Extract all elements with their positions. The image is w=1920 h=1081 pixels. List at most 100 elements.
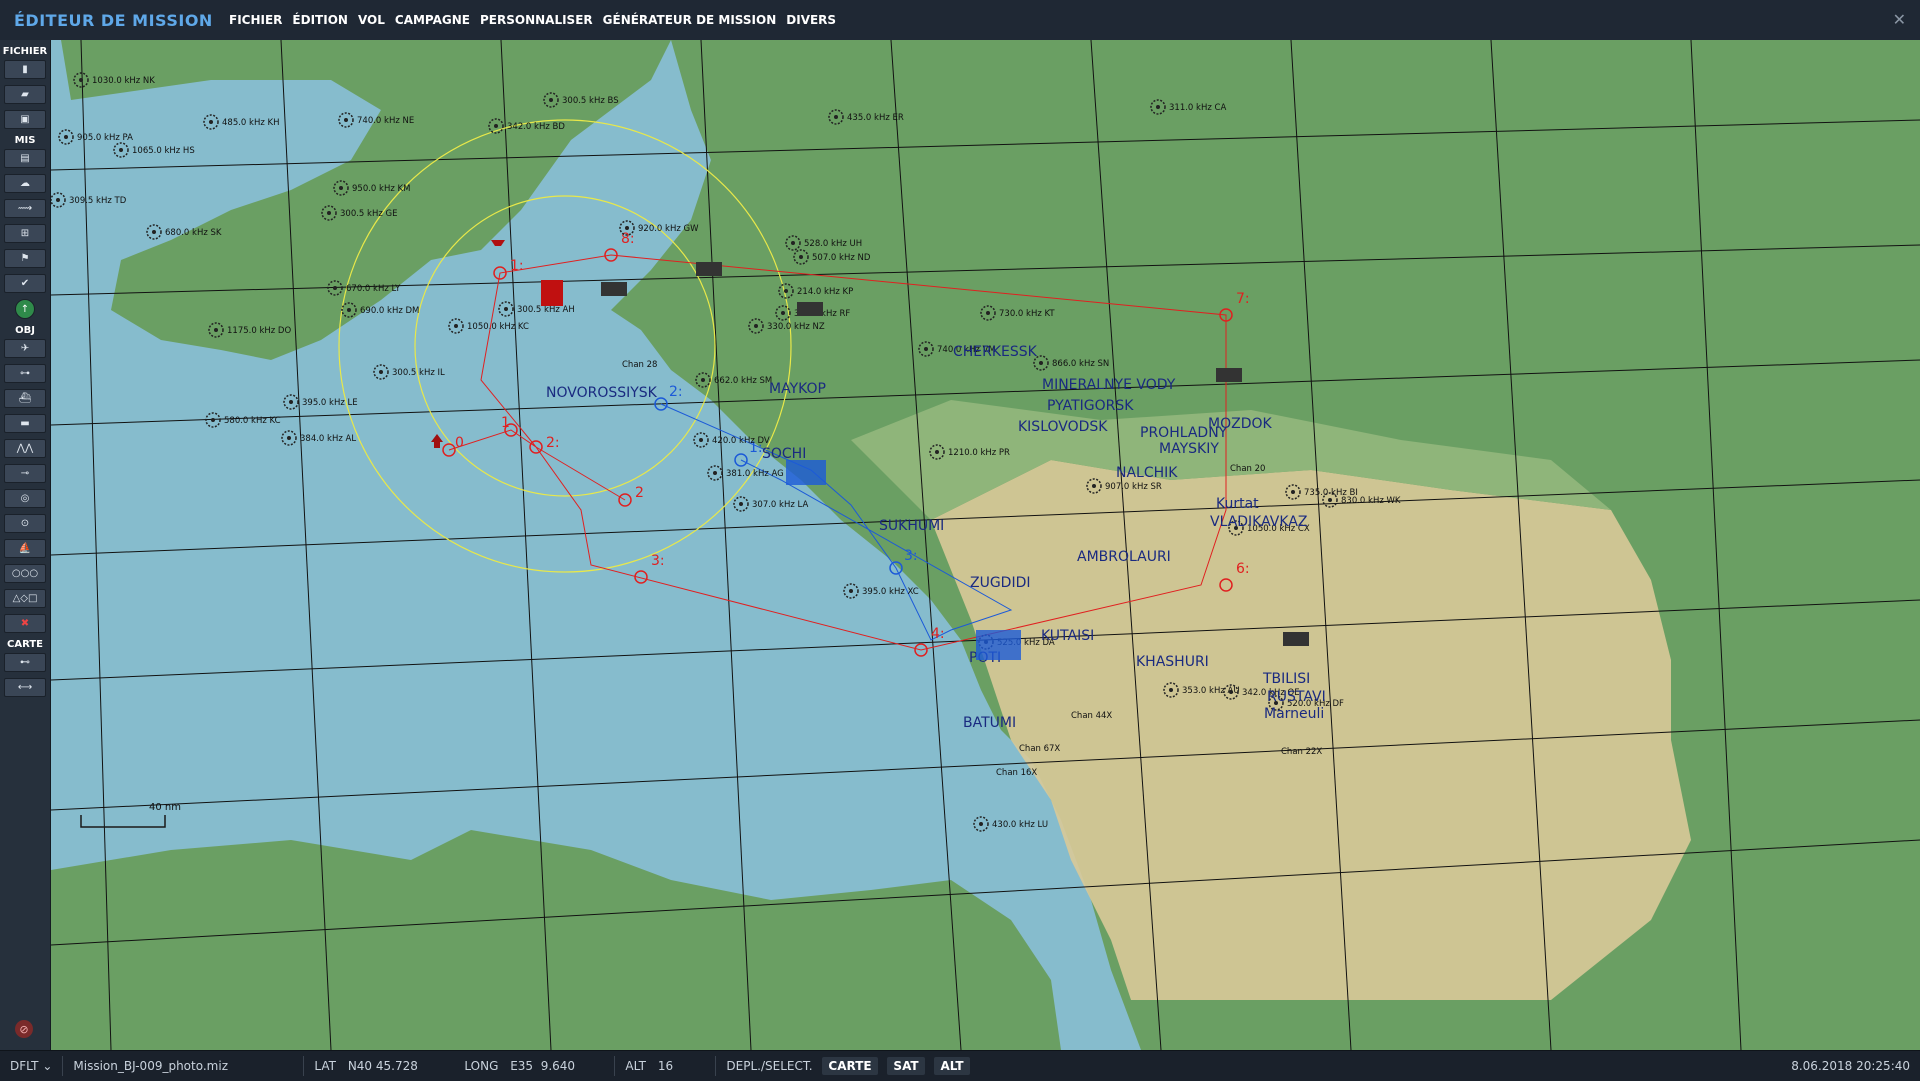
neutral-unit[interactable]: [797, 302, 823, 316]
plane-icon[interactable]: ✈: [4, 339, 46, 358]
beacon-label: 395.0 kHz XC: [862, 587, 919, 597]
beacon-label: 485.0 kHz KH: [222, 118, 279, 128]
close-icon[interactable]: ✕: [1893, 10, 1906, 29]
tacan-label: Chan 28: [622, 360, 657, 370]
beacon-label: 507.0 kHz ND: [812, 253, 871, 263]
scale-label: 40 nm: [149, 802, 181, 813]
beacon-label: 1210.0 kHz PR: [948, 448, 1010, 458]
reset-icon[interactable]: ⊘: [15, 1020, 33, 1038]
beacon-label: 950.0 kHz KM: [352, 184, 410, 194]
alt-value: 16: [657, 1059, 674, 1073]
beacon-label: 680.0 kHz SK: [165, 228, 222, 238]
top-menu-bar: ÉDITEUR DE MISSION FICHIER ÉDITION VOL C…: [0, 0, 1920, 41]
mode-carte-button[interactable]: CARTE: [822, 1057, 878, 1075]
chevron-down-icon: ⌄: [42, 1059, 53, 1073]
menu-campagne[interactable]: CAMPAGNE: [390, 13, 475, 27]
briefing-icon[interactable]: ▤: [4, 149, 46, 168]
menu-generateur-de-mission[interactable]: GÉNÉRATEUR DE MISSION: [598, 13, 782, 27]
city-label: BATUMI: [963, 715, 1016, 731]
beacon-label: 381.0 kHz AG: [726, 469, 784, 479]
ruler-icon[interactable]: ⊷: [4, 653, 46, 672]
city-label: Kurtat: [1216, 496, 1259, 512]
menu-edition[interactable]: ÉDITION: [287, 13, 353, 27]
city-label: AMBROLAURI: [1077, 549, 1171, 565]
beacon-label: 214.0 kHz KP: [797, 287, 853, 297]
beacon-label: 420.0 kHz DV: [712, 436, 770, 446]
triggers-icon[interactable]: ⊞: [4, 224, 46, 243]
shapes-icon[interactable]: △◇□: [4, 589, 46, 608]
neutral-unit[interactable]: [1283, 632, 1309, 646]
green-arrow-icon[interactable]: ↑: [15, 299, 35, 319]
beacon-label: 300.5 kHz BS: [562, 96, 619, 106]
aircraft-route-icon[interactable]: ⟿: [4, 199, 46, 218]
blue-group-batumi[interactable]: [976, 630, 1021, 660]
longitude-readout: LONG E35 9.640: [454, 1059, 614, 1073]
helicopter-icon[interactable]: ⊶: [4, 364, 46, 383]
mission-map[interactable]: 0 1 2 1: 2: 3: 4: 6: 7: 8: 1: 2: 3: 1030.0 kHz NK 90…: [51, 40, 1920, 1050]
mode-sat-button[interactable]: SAT: [887, 1057, 925, 1075]
map-mode-group: DEPL./SELECT. CARTE SAT ALT: [716, 1057, 979, 1075]
section-label-mis: MIS: [14, 135, 36, 146]
beacon-label: 1050.0 kHz KC: [467, 322, 529, 332]
waypoint-label: 3:: [904, 548, 918, 564]
red-airbase-unit[interactable]: [541, 280, 563, 306]
formation-icon[interactable]: ⋀⋀: [4, 439, 46, 458]
trigger-zone-icon[interactable]: ◎: [4, 489, 46, 508]
waypoint-label: 2: [635, 485, 644, 501]
beacon-label: 330.0 kHz NZ: [767, 322, 825, 332]
ship-group-icon[interactable]: ⛵: [4, 539, 46, 558]
beacon-label: 300.5 kHz GE: [340, 209, 397, 219]
save-icon[interactable]: ▣: [4, 110, 46, 129]
map-canvas[interactable]: 0121:2:3:4:6:7:8: 1:2:3: 1030.0 kHz NK90…: [51, 40, 1920, 1050]
beacon-label: 905.0 kHz PA: [77, 133, 133, 143]
beacon-label: 830.0 kHz WK: [1341, 496, 1401, 506]
menu-personnaliser[interactable]: PERSONNALISER: [475, 13, 598, 27]
template-icon[interactable]: ○○○: [4, 564, 46, 583]
altitude-readout: ALT 16: [615, 1059, 715, 1073]
tool-sidebar: FICHIER ▮ ▰ ▣ MIS ▤ ☁ ⟿ ⊞ ⚑ ✔ ↑ OBJ ✈ ⊶ …: [0, 40, 51, 1050]
city-label: KISLOVODSK: [1018, 419, 1108, 435]
beacon-label: 670.0 kHz LY: [346, 284, 401, 294]
tacan-label: Chan 67X: [1019, 744, 1060, 754]
neutral-unit[interactable]: [601, 282, 627, 296]
beacon-label: 430.0 kHz LU: [992, 820, 1048, 830]
menu-vol[interactable]: VOL: [353, 13, 390, 27]
beacon-label: 311.0 kHz CA: [1169, 103, 1226, 113]
waypoint-label: 7:: [1236, 291, 1250, 307]
status-bar: DFLT ⌄ Mission_BJ-009_photo.miz LAT N40 …: [0, 1050, 1920, 1081]
open-folder-icon[interactable]: ▰: [4, 85, 46, 104]
city-label: Marneuli: [1264, 706, 1324, 722]
neutral-unit[interactable]: [696, 262, 722, 276]
menu-divers[interactable]: DIVERS: [781, 13, 841, 27]
city-label: CHERKESSK: [953, 344, 1038, 360]
beacon-label: 528.0 kHz UH: [804, 239, 862, 249]
tacan-label: Chan 44X: [1071, 711, 1112, 721]
new-file-icon[interactable]: ▮: [4, 60, 46, 79]
check-icon[interactable]: ✔: [4, 274, 46, 293]
waypoint-label: 0: [455, 435, 464, 451]
city-label: MOZDOK: [1208, 416, 1272, 432]
profile-select[interactable]: DFLT ⌄: [0, 1059, 62, 1073]
beacon-label: 395.0 kHz LE: [302, 398, 358, 408]
beacon-label: 730.0 kHz KT: [999, 309, 1055, 319]
beacon-label: 1175.0 kHz DO: [227, 326, 291, 336]
lat-label: LAT: [314, 1059, 336, 1073]
ship-icon[interactable]: ⛴: [4, 389, 46, 408]
delete-icon[interactable]: ✖: [4, 614, 46, 633]
city-label: PYATIGORSK: [1047, 398, 1134, 414]
menu-fichier[interactable]: FICHIER: [224, 13, 287, 27]
beacon-label: 1030.0 kHz NK: [92, 76, 155, 86]
weather-icon[interactable]: ☁: [4, 174, 46, 193]
vehicle-icon[interactable]: ▬: [4, 414, 46, 433]
beacon-label: 300.5 kHz AH: [517, 305, 575, 315]
beacon-label: 307.0 kHz LA: [752, 500, 808, 510]
distance-icon[interactable]: ⟷: [4, 678, 46, 697]
blue-group-sochi[interactable]: [786, 460, 826, 485]
flag-icon[interactable]: ⚑: [4, 249, 46, 268]
static-object-icon[interactable]: ⊸: [4, 464, 46, 483]
beacon-label: 342.0 kHz BD: [507, 122, 565, 132]
target-icon[interactable]: ⊙: [4, 514, 46, 533]
mode-alt-button[interactable]: ALT: [934, 1057, 970, 1075]
city-label: MAYSKIY: [1159, 441, 1219, 457]
neutral-unit[interactable]: [1216, 368, 1242, 382]
